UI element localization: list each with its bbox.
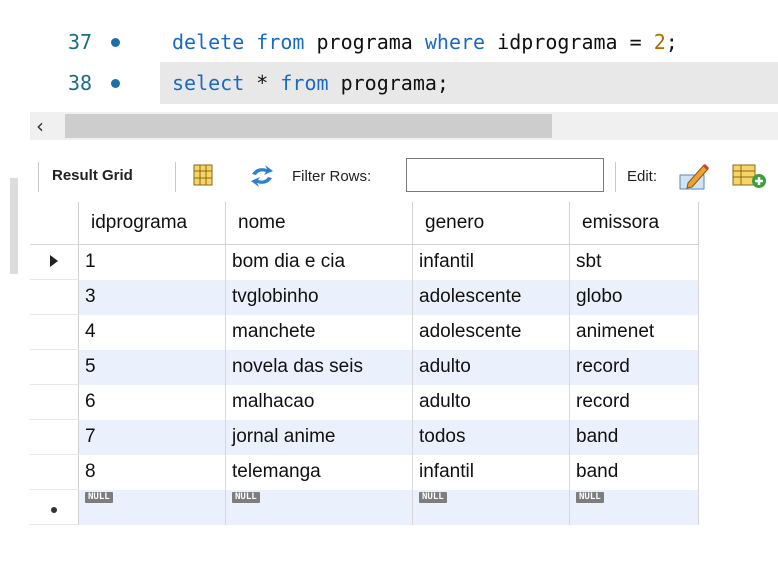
row-header[interactable] [30,384,79,420]
table-cell[interactable]: band [569,419,699,455]
code-token: ; [665,30,678,54]
table-cell[interactable]: band [569,454,699,490]
edit-row-icon[interactable] [678,161,710,191]
table-cell[interactable]: NULL [569,489,699,525]
code-token: delete [172,30,245,54]
column-header-genero[interactable]: genero [412,202,570,245]
refresh-icon[interactable] [247,164,277,188]
table-cell[interactable]: 4 [78,314,226,350]
table-cell[interactable]: adolescente [412,279,570,315]
code-token: from [280,71,329,95]
table-row[interactable]: 7 jornal anime todos band [30,419,699,455]
table-row[interactable]: 8 telemanga infantil band [30,454,699,490]
table-cell[interactable]: adolescente [412,314,570,350]
grid-layout-icon[interactable] [193,164,213,186]
scroll-left-icon[interactable]: ‹ [36,113,44,139]
code-token: 2 [653,30,666,54]
code-token: where [424,30,486,54]
table-cell[interactable]: NULL [412,489,570,525]
row-header[interactable] [30,419,79,455]
row-header[interactable] [30,279,79,315]
table-row[interactable]: 1 bom dia e cia infantil sbt [30,244,699,280]
table-cell[interactable]: bom dia e cia [225,244,413,280]
code-token: = [629,30,642,54]
table-cell[interactable]: todos [412,419,570,455]
table-cell[interactable]: 1 [78,244,226,280]
new-row-marker-icon [51,507,57,513]
table-cell[interactable]: sbt [569,244,699,280]
column-header-nome[interactable]: nome [225,202,413,245]
table-cell[interactable]: manchete [225,314,413,350]
toolbar-separator [38,162,39,192]
table-cell[interactable]: record [569,349,699,385]
code-token: from [256,30,305,54]
row-header[interactable] [30,349,79,385]
code-token: programa [304,30,425,54]
row-header[interactable] [30,244,79,280]
add-row-icon[interactable] [732,163,768,189]
table-cell[interactable]: NULL [225,489,413,525]
line-number: 37 [68,30,93,54]
table-cell[interactable]: telemanga [225,454,413,490]
new-row[interactable]: NULL NULL NULL NULL [30,489,699,525]
statement-marker-icon [111,38,120,47]
line-number: 38 [68,71,93,95]
column-header-idprograma[interactable]: idprograma [78,202,226,245]
table-cell[interactable]: record [569,384,699,420]
table-cell[interactable]: adulto [412,349,570,385]
toolbar-separator [615,162,616,192]
filter-rows-label: Filter Rows: [292,168,372,185]
code-token: * [244,71,281,95]
table-row[interactable]: 6 malhacao adulto record [30,384,699,420]
table-cell[interactable]: malhacao [225,384,413,420]
table-cell[interactable]: adulto [412,384,570,420]
null-badge: NULL [232,491,260,503]
table-cell[interactable]: tvglobinho [225,279,413,315]
table-cell[interactable]: 3 [78,279,226,315]
table-cell[interactable]: jornal anime [225,419,413,455]
code-line[interactable]: 37 delete from programa where idprograma … [0,26,778,58]
table-cell[interactable]: novela das seis [225,349,413,385]
table-cell[interactable]: globo [569,279,699,315]
row-header[interactable] [30,314,79,350]
table-cell[interactable]: 6 [78,384,226,420]
null-badge: NULL [576,491,604,503]
result-grid-tab[interactable]: Result Grid [52,167,133,184]
null-badge: NULL [85,491,113,503]
row-header[interactable] [30,489,79,525]
code-token: select [172,71,245,95]
code-line[interactable]: 38 select * from programa; [0,67,778,99]
side-panel-edge [10,178,18,274]
row-header[interactable] [30,454,79,490]
table-cell[interactable]: animenet [569,314,699,350]
code-text: delete from programa where idprograma = … [172,26,678,58]
table-cell[interactable]: infantil [412,244,570,280]
table-row[interactable]: 3 tvglobinho adolescente globo [30,279,699,315]
table-cell[interactable]: 5 [78,349,226,385]
table-cell[interactable]: infantil [412,454,570,490]
table-cell[interactable]: NULL [78,489,226,525]
result-grid[interactable]: idprograma nome genero emissora 1 bom dia… [30,202,699,525]
column-header-emissora[interactable]: emissora [569,202,699,245]
row-header-corner [30,202,79,245]
filter-rows-input[interactable] [406,158,604,192]
code-token: idprograma [485,30,630,54]
horizontal-scrollbar[interactable]: ‹ [30,112,778,140]
null-badge: NULL [419,491,447,503]
current-row-arrow-icon [50,255,58,267]
table-row[interactable]: 5 novela das seis adulto record [30,349,699,385]
code-text: select * from programa; [172,67,449,99]
result-toolbar: Result Grid Filter Rows: Edit: [32,155,778,199]
edit-label: Edit: [627,168,658,185]
toolbar-separator [175,162,176,192]
scrollbar-thumb[interactable] [65,114,552,138]
table-cell[interactable]: 8 [78,454,226,490]
table-row[interactable]: 4 manchete adolescente animenet [30,314,699,350]
table-cell[interactable]: 7 [78,419,226,455]
code-token: programa; [328,71,449,95]
statement-marker-icon [111,79,120,88]
